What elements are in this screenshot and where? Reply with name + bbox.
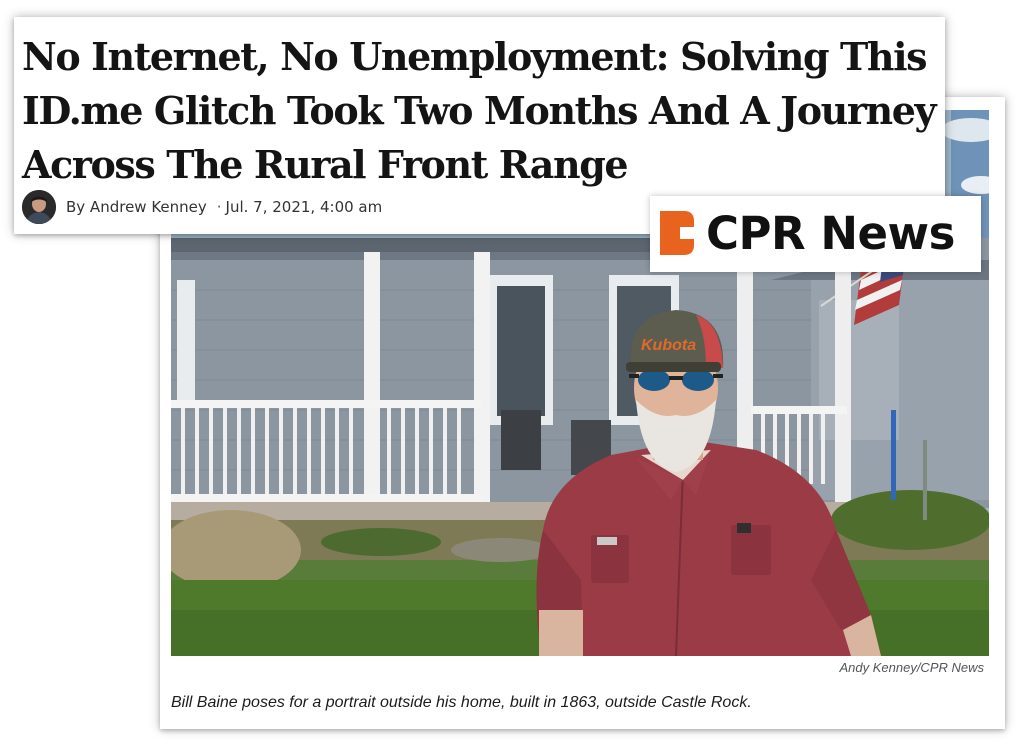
author-avatar-icon [22,190,56,224]
author-name[interactable]: By Andrew Kenney [66,198,207,216]
byline: By Andrew Kenney · Jul. 7, 2021, 4:00 am [22,190,382,224]
byline-separator: · [216,198,222,216]
cpr-logo-icon [660,209,696,262]
author-avatar[interactable] [22,190,56,224]
logo-text: CPR News [706,207,955,260]
publish-date: Jul. 7, 2021, 4:00 am [225,198,383,216]
cap-logo-text: Kubota [641,337,696,354]
photo-caption: Bill Baine poses for a portrait outside … [171,694,752,711]
cpr-news-logo: CPR News [650,196,981,272]
article-headline: No Internet, No Unemployment: Solving Th… [22,34,937,187]
photo-credit: Andy Kenney/CPR News [839,660,984,675]
